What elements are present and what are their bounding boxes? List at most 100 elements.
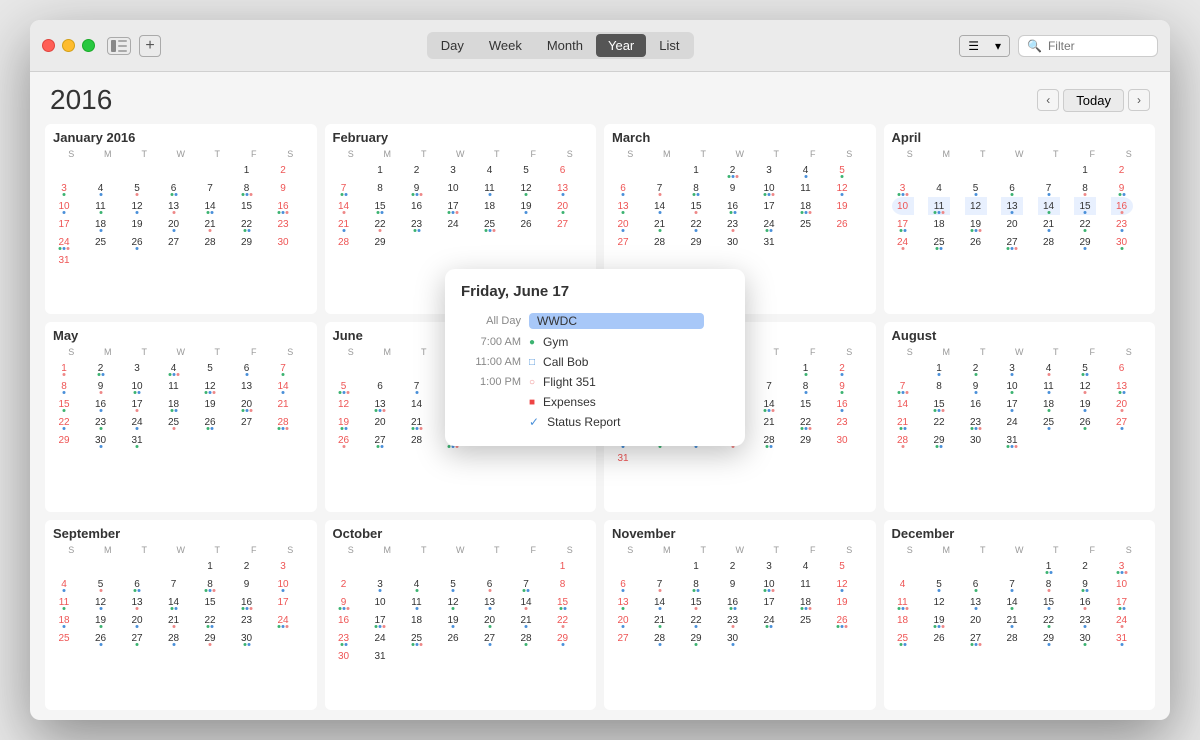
day-cell[interactable]: 2 [722,557,744,575]
day-cell[interactable]: 6 [126,575,148,593]
day-cell[interactable]: 15 [199,593,221,611]
day-cell[interactable]: 1 [685,557,707,575]
day-cell[interactable]: 4 [53,575,75,593]
day-cell[interactable]: 12 [515,179,537,197]
day-cell[interactable]: 13 [1001,197,1023,215]
day-cell[interactable]: 31 [369,647,391,665]
day-cell[interactable]: 24 [126,413,148,431]
day-cell[interactable]: 23 [1074,611,1096,629]
day-cell[interactable] [965,557,987,575]
day-cell[interactable]: 9 [90,377,112,395]
day-cell[interactable]: 16 [1111,197,1133,215]
day-cell[interactable]: 10 [1111,575,1133,593]
day-cell[interactable]: 9 [722,179,744,197]
day-cell[interactable]: 4 [795,161,817,179]
day-cell[interactable]: 18 [892,611,914,629]
event-row[interactable]: ✓Status Report [461,412,729,432]
day-cell[interactable] [892,359,914,377]
day-cell[interactable]: 24 [442,215,464,233]
day-cell[interactable]: 21 [758,413,780,431]
day-cell[interactable]: 22 [795,413,817,431]
wwdc-event[interactable]: WWDC [529,313,704,329]
day-cell[interactable] [53,161,75,179]
day-cell[interactable]: 11 [795,575,817,593]
day-cell[interactable] [649,161,671,179]
day-cell[interactable] [831,449,853,467]
day-cell[interactable]: 12 [126,197,148,215]
day-cell[interactable]: 20 [369,413,391,431]
tab-day[interactable]: Day [429,34,476,57]
day-cell[interactable]: 22 [236,215,258,233]
day-cell[interactable] [552,647,574,665]
day-cell[interactable]: 9 [831,377,853,395]
day-cell[interactable]: 27 [1111,413,1133,431]
add-event-button[interactable]: + [139,35,161,57]
day-cell[interactable]: 27 [612,233,634,251]
day-cell[interactable]: 8 [369,179,391,197]
day-cell[interactable]: 30 [965,431,987,449]
day-cell[interactable]: 7 [199,179,221,197]
day-cell[interactable] [90,251,112,269]
day-cell[interactable]: 7 [1001,575,1023,593]
day-cell[interactable]: 6 [612,575,634,593]
day-cell[interactable] [685,449,707,467]
day-cell[interactable]: 11 [90,197,112,215]
day-cell[interactable]: 13 [1111,377,1133,395]
day-cell[interactable]: 9 [272,179,294,197]
tab-week[interactable]: Week [477,34,534,57]
day-cell[interactable] [272,431,294,449]
day-cell[interactable] [795,449,817,467]
day-cell[interactable]: 3 [758,557,780,575]
day-cell[interactable]: 30 [1111,233,1133,251]
day-cell[interactable]: 7 [649,179,671,197]
day-cell[interactable]: 12 [928,593,950,611]
day-cell[interactable]: 5 [831,161,853,179]
day-cell[interactable]: 23 [722,611,744,629]
day-cell[interactable]: 8 [236,179,258,197]
day-cell[interactable]: 20 [612,215,634,233]
day-cell[interactable]: 10 [126,377,148,395]
day-cell[interactable]: 6 [369,377,391,395]
day-cell[interactable]: 13 [552,179,574,197]
day-cell[interactable]: 20 [479,611,501,629]
day-cell[interactable]: 14 [515,593,537,611]
day-cell[interactable]: 11 [406,593,428,611]
day-cell[interactable]: 21 [649,215,671,233]
day-cell[interactable]: 10 [369,593,391,611]
day-cell[interactable]: 29 [795,431,817,449]
day-cell[interactable] [163,557,185,575]
day-cell[interactable] [795,629,817,647]
day-cell[interactable]: 5 [928,575,950,593]
day-cell[interactable]: 8 [53,377,75,395]
day-cell[interactable]: 29 [685,629,707,647]
day-cell[interactable]: 19 [126,215,148,233]
day-cell[interactable] [479,557,501,575]
day-cell[interactable]: 13 [369,395,391,413]
day-cell[interactable] [199,431,221,449]
day-cell[interactable]: 13 [965,593,987,611]
day-cell[interactable]: 19 [965,215,987,233]
day-cell[interactable]: 14 [199,197,221,215]
day-cell[interactable]: 24 [892,233,914,251]
day-cell[interactable]: 15 [369,197,391,215]
day-cell[interactable]: 6 [1111,359,1133,377]
day-cell[interactable]: 2 [406,161,428,179]
day-cell[interactable]: 18 [406,611,428,629]
day-cell[interactable]: 30 [831,431,853,449]
day-cell[interactable]: 24 [1111,611,1133,629]
day-cell[interactable]: 22 [199,611,221,629]
day-cell[interactable]: 19 [1074,395,1096,413]
day-cell[interactable]: 27 [1001,233,1023,251]
day-cell[interactable]: 23 [333,629,355,647]
day-cell[interactable]: 18 [1038,395,1060,413]
day-cell[interactable]: 17 [442,197,464,215]
day-cell[interactable]: 16 [722,593,744,611]
day-cell[interactable]: 12 [965,197,987,215]
day-cell[interactable] [272,629,294,647]
day-cell[interactable]: 9 [1111,179,1133,197]
day-cell[interactable] [442,233,464,251]
day-cell[interactable]: 3 [126,359,148,377]
month-january[interactable]: January 2016SMTWTFS123456789101112131415… [45,124,317,314]
day-cell[interactable]: 22 [928,413,950,431]
day-cell[interactable]: 5 [90,575,112,593]
